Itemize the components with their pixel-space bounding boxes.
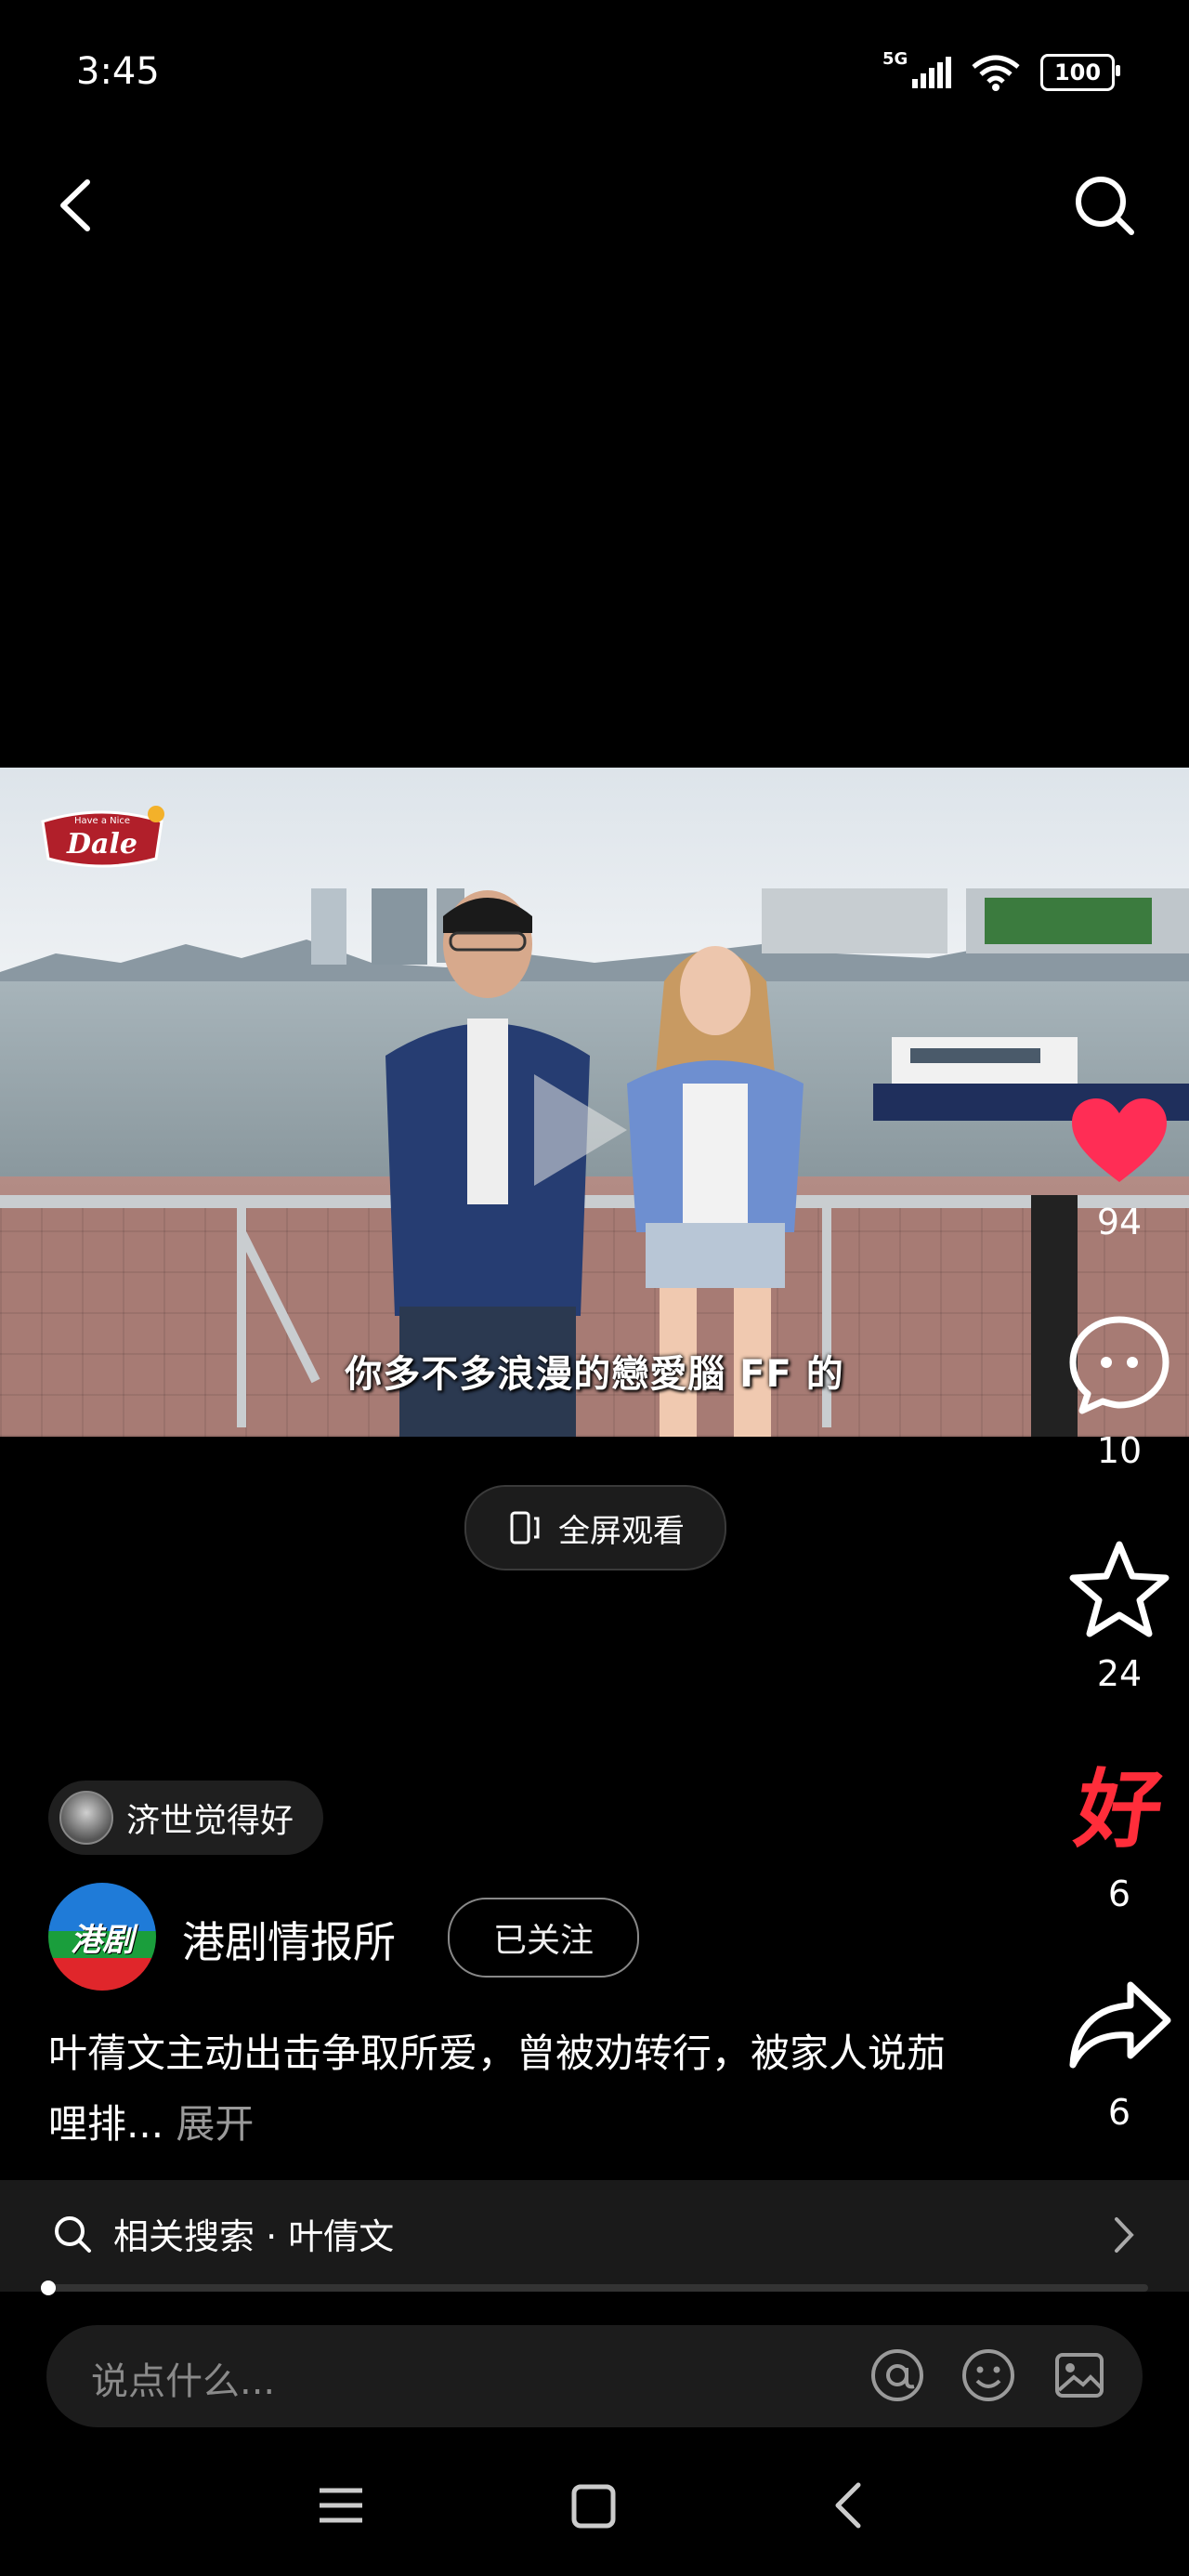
related-search-bar[interactable]: 相关搜索 · 叶倩文 <box>0 2180 1189 2292</box>
signal-icon: 5G <box>882 49 951 88</box>
battery-icon: 100 <box>1040 54 1120 91</box>
back-button[interactable] <box>46 173 102 238</box>
chip-label: 济世觉得好 <box>126 1802 294 1840</box>
search-button[interactable] <box>1072 173 1137 238</box>
like-count: 94 <box>1096 1202 1143 1242</box>
progress-knob[interactable] <box>41 2280 56 2295</box>
comment-button[interactable]: 10 <box>1050 1314 1189 1471</box>
video-subtitle: 你多不多浪漫的戀愛腦 FF 的 <box>345 1353 844 1396</box>
image-icon[interactable] <box>1050 2346 1109 2405</box>
chevron-left-icon <box>60 179 90 231</box>
menu-icon[interactable] <box>320 2488 362 2523</box>
author-avatar[interactable]: 港剧 <box>48 1883 156 1991</box>
svg-text:Dale: Dale <box>66 828 137 861</box>
wifi-icon <box>972 55 1020 91</box>
dale-logo: Have a Nice Dale <box>41 806 164 868</box>
svg-text:Have a Nice: Have a Nice <box>74 816 130 826</box>
follow-button[interactable]: 已关注 <box>448 1898 639 1978</box>
share-button[interactable]: 6 <box>1050 1978 1189 2133</box>
play-icon[interactable] <box>525 1065 636 1195</box>
progress-bar[interactable] <box>41 2280 56 2295</box>
heart-icon <box>1072 1098 1167 1182</box>
progress-track[interactable] <box>41 2284 1148 2292</box>
share-count: 6 <box>1107 2092 1131 2133</box>
video-player[interactable]: Have a Nice Dale 你多不多浪漫的戀愛腦 FF 的 <box>0 768 1189 1437</box>
good-count: 6 <box>1107 1873 1131 1914</box>
favorite-button[interactable]: 24 <box>1050 1539 1189 1694</box>
system-navbar <box>320 2482 861 2529</box>
share-icon <box>1069 1981 1171 2069</box>
fullscreen-label: 全屏观看 <box>558 1512 685 1550</box>
emoji-icon[interactable] <box>959 2346 1018 2405</box>
star-icon <box>1069 1541 1169 1637</box>
search-icon <box>55 2215 91 2253</box>
reaction-chip[interactable]: 济世觉得好 <box>48 1781 324 1855</box>
fullscreen-button[interactable]: 全屏观看 <box>464 1485 726 1571</box>
rotate-screen-icon <box>510 1511 540 1544</box>
author-name[interactable]: 港剧情报所 <box>182 1909 396 1970</box>
network-label: 5G <box>882 49 908 69</box>
back-nav-icon[interactable] <box>835 2482 861 2529</box>
good-icon: 好 <box>1069 1760 1169 1860</box>
status-icons: 5G 100 <box>882 49 1120 91</box>
like-button[interactable]: 94 <box>1050 1097 1189 1242</box>
chevron-right-icon <box>1115 2217 1134 2253</box>
good-button[interactable]: 好 6 <box>1050 1760 1189 1914</box>
favorite-count: 24 <box>1096 1653 1143 1694</box>
related-search-label: 相关搜索 · 叶倩文 <box>113 2216 395 2257</box>
author-avatar-text: 港剧 <box>71 1921 134 1959</box>
search-icon <box>1076 177 1134 235</box>
expand-link[interactable]: 展开 <box>176 2101 254 2147</box>
comment-icon <box>1069 1316 1169 1414</box>
status-time: 3:45 <box>76 50 160 93</box>
video-description[interactable]: 叶蒨文主动出击争取所爱，曾被劝转行，被家人说茄哩排... 展开 <box>48 2018 977 2160</box>
mention-icon[interactable] <box>868 2346 927 2405</box>
comment-placeholder: 说点什么... <box>91 2360 276 2403</box>
chip-avatar <box>59 1791 113 1845</box>
comment-input[interactable]: 说点什么... <box>46 2325 1143 2427</box>
home-icon[interactable] <box>571 2484 616 2529</box>
comment-count: 10 <box>1096 1430 1143 1471</box>
